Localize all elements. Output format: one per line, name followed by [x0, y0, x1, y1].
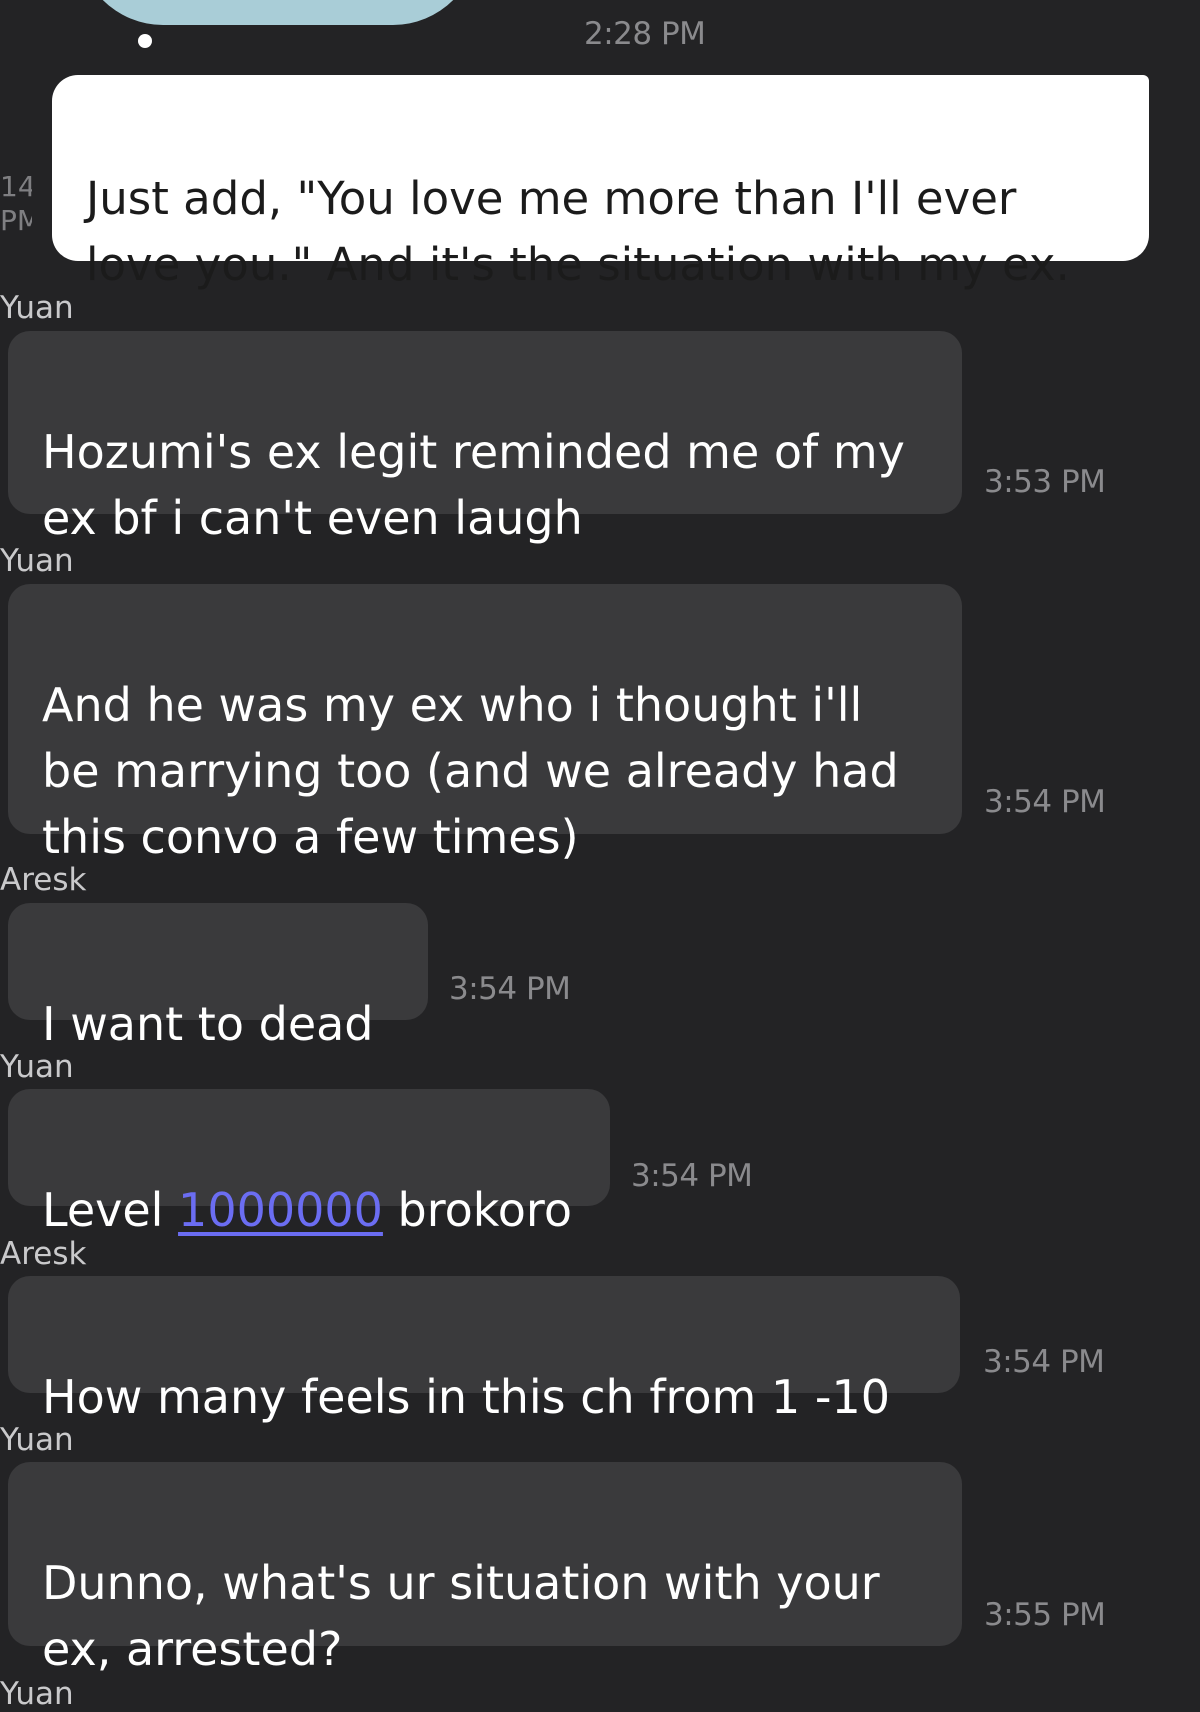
message-time: 3:55 PM: [984, 1597, 1106, 1633]
sender-name: Yuan: [0, 543, 74, 579]
message-time: 3:53 PM: [984, 464, 1106, 500]
timestamp-header: 2:28 PM: [584, 16, 706, 52]
partial-time-bottom: PM: [0, 204, 32, 237]
message-text: I want to dead: [42, 997, 374, 1051]
message-text: Hozumi's ex legit reminded me of my ex b…: [42, 425, 905, 545]
partial-time-top: 14: [0, 170, 32, 203]
sender-name: Yuan: [0, 290, 74, 326]
message-bubble[interactable]: I want to dead: [8, 903, 428, 1051]
message-bubble[interactable]: Dunno, what's ur situation with your ex,…: [8, 1462, 962, 1676]
message-time: 3:54 PM: [983, 1344, 1105, 1380]
sender-name: Aresk: [0, 1236, 87, 1272]
sender-name: Aresk: [0, 862, 87, 898]
sender-name: Yuan: [0, 1422, 74, 1458]
message-text: How many feels in this ch from 1 -10: [42, 1370, 891, 1424]
shared-image-preview[interactable]: [78, 0, 478, 25]
message-bubble[interactable]: Level 1000000 brokoro: [8, 1089, 610, 1237]
outgoing-message-bubble[interactable]: Just add, "You love me more than I'll ev…: [52, 75, 1149, 291]
message-time: 3:54 PM: [449, 971, 571, 1007]
message-bubble[interactable]: And he was my ex who i thought i'll be m…: [8, 584, 962, 864]
message-text: Dunno, what's ur situation with your ex,…: [42, 1556, 880, 1676]
message-bubble[interactable]: Hozumi's ex legit reminded me of my ex b…: [8, 331, 962, 545]
message-time: 3:54 PM: [631, 1158, 753, 1194]
message-text: And he was my ex who i thought i'll be m…: [42, 678, 899, 864]
sender-name: Yuan: [0, 1049, 74, 1085]
image-dot: [138, 34, 152, 48]
message-bubble[interactable]: How many feels in this ch from 1 -10: [8, 1276, 960, 1424]
message-text-suffix: brokoro: [382, 1183, 572, 1237]
number-link[interactable]: 1000000: [178, 1183, 383, 1237]
outgoing-message-text: Just add, "You love me more than I'll ev…: [86, 172, 1070, 291]
message-text-prefix: Level: [42, 1183, 179, 1237]
next-sender-partial: Yuan: [0, 1676, 74, 1712]
message-time: 3:54 PM: [984, 784, 1106, 820]
